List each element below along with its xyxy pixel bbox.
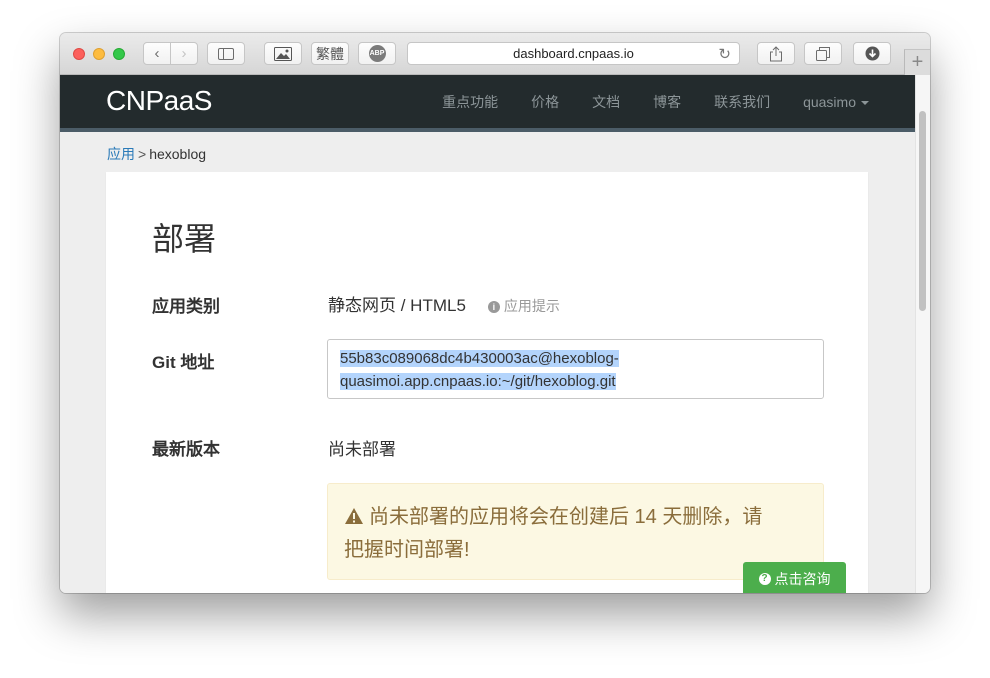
page-title: 部署 [152, 221, 217, 257]
adblock-button[interactable]: ABP [358, 42, 396, 65]
user-menu[interactable]: quasimo [803, 94, 869, 110]
share-button[interactable] [757, 42, 795, 65]
chevron-left-icon: ‹ [154, 45, 160, 62]
browser-toolbar: ‹ › 繁體 ABP dashboard.cnpaas.io ↻ + [60, 33, 930, 75]
git-address-line1: 55b83c089068dc4b430003ac@hexoblog- [340, 350, 619, 367]
traditional-chinese-button[interactable]: 繁體 [311, 42, 349, 65]
download-icon [865, 46, 879, 61]
page-viewport: CNPaaS 重点功能 价格 文档 博客 联系我们 quasimo 应用 > hex… [60, 75, 915, 593]
tabs-icon [816, 46, 830, 61]
question-icon: ? [758, 573, 771, 585]
reload-icon[interactable]: ↻ [718, 45, 731, 63]
consult-button[interactable]: ? 点击咨询 [743, 562, 846, 593]
warning-icon [345, 508, 363, 524]
nav-link-blog[interactable]: 博客 [653, 92, 681, 112]
nav-links: 重点功能 价格 文档 博客 联系我们 quasimo [442, 75, 869, 128]
git-address-field[interactable]: 55b83c089068dc4b430003ac@hexoblog- quasi… [327, 339, 824, 399]
user-name: quasimo [803, 93, 856, 110]
url-text: dashboard.cnpaas.io [513, 46, 634, 61]
breadcrumb-separator: > [138, 146, 147, 162]
plus-icon: + [911, 51, 924, 73]
alert-text-line1: 尚未部署的应用将会在创建后 14 天删除，请 [369, 506, 763, 528]
site-navbar: CNPaaS 重点功能 价格 文档 博客 联系我们 quasimo [60, 75, 915, 128]
navbar-divider [60, 128, 915, 132]
scrollbar-thumb[interactable] [919, 111, 926, 311]
sidebar-icon [218, 47, 234, 60]
vertical-scrollbar[interactable] [915, 75, 930, 593]
nav-link-contact[interactable]: 联系我们 [714, 92, 770, 112]
brand-logo[interactable]: CNPaaS [106, 85, 212, 117]
image-icon [274, 46, 292, 61]
git-address-line2: quasimoi.app.cnpaas.io:~/git/hexoblog.gi… [340, 373, 616, 390]
sidebar-toggle-button[interactable] [207, 42, 245, 65]
share-icon [770, 45, 782, 61]
close-window-button[interactable] [73, 48, 85, 60]
show-tabs-button[interactable] [804, 42, 842, 65]
nav-link-features[interactable]: 重点功能 [442, 92, 498, 112]
breadcrumb-apps-link[interactable]: 应用 [107, 146, 135, 162]
minimize-window-button[interactable] [93, 48, 105, 60]
latest-version-label: 最新版本 [152, 440, 220, 459]
info-icon: i [487, 301, 500, 313]
deploy-panel: 部署 应用类别 静态网页 / HTML5 i 应用提示 Git 地址 55b83c0… [106, 172, 868, 593]
new-tab-button[interactable]: + [904, 49, 930, 75]
git-address-label: Git 地址 [152, 353, 215, 372]
latest-version-value: 尚未部署 [328, 440, 396, 459]
forward-button[interactable]: › [170, 42, 198, 65]
breadcrumb: 应用 > hexoblog [107, 144, 206, 164]
app-hint-text: 应用提示 [503, 298, 560, 314]
image-extension-button[interactable] [264, 42, 302, 65]
consult-button-label: 点击咨询 [774, 571, 831, 587]
zoom-window-button[interactable] [113, 48, 125, 60]
nav-link-pricing[interactable]: 价格 [531, 92, 559, 112]
nav-link-docs[interactable]: 文档 [592, 92, 620, 112]
address-bar[interactable]: dashboard.cnpaas.io ↻ [407, 42, 740, 65]
back-button[interactable]: ‹ [143, 42, 171, 65]
browser-window: ‹ › 繁體 ABP dashboard.cnpaas.io ↻ + CNPaa… [60, 33, 930, 593]
breadcrumb-current: hexoblog [149, 146, 207, 162]
app-type-value-row: 静态网页 / HTML5 i 应用提示 [328, 291, 560, 316]
app-type-label: 应用类别 [152, 297, 220, 316]
alert-text-line2: 把握时间部署! [344, 539, 470, 561]
caret-down-icon [861, 100, 869, 105]
chevron-right-icon: › [181, 45, 187, 62]
traditional-chinese-label: 繁體 [316, 45, 344, 62]
adblock-icon: ABP [368, 45, 386, 62]
downloads-button[interactable] [853, 42, 891, 65]
app-hint-link[interactable]: i 应用提示 [487, 298, 560, 314]
app-type-value: 静态网页 / HTML5 [328, 296, 466, 315]
